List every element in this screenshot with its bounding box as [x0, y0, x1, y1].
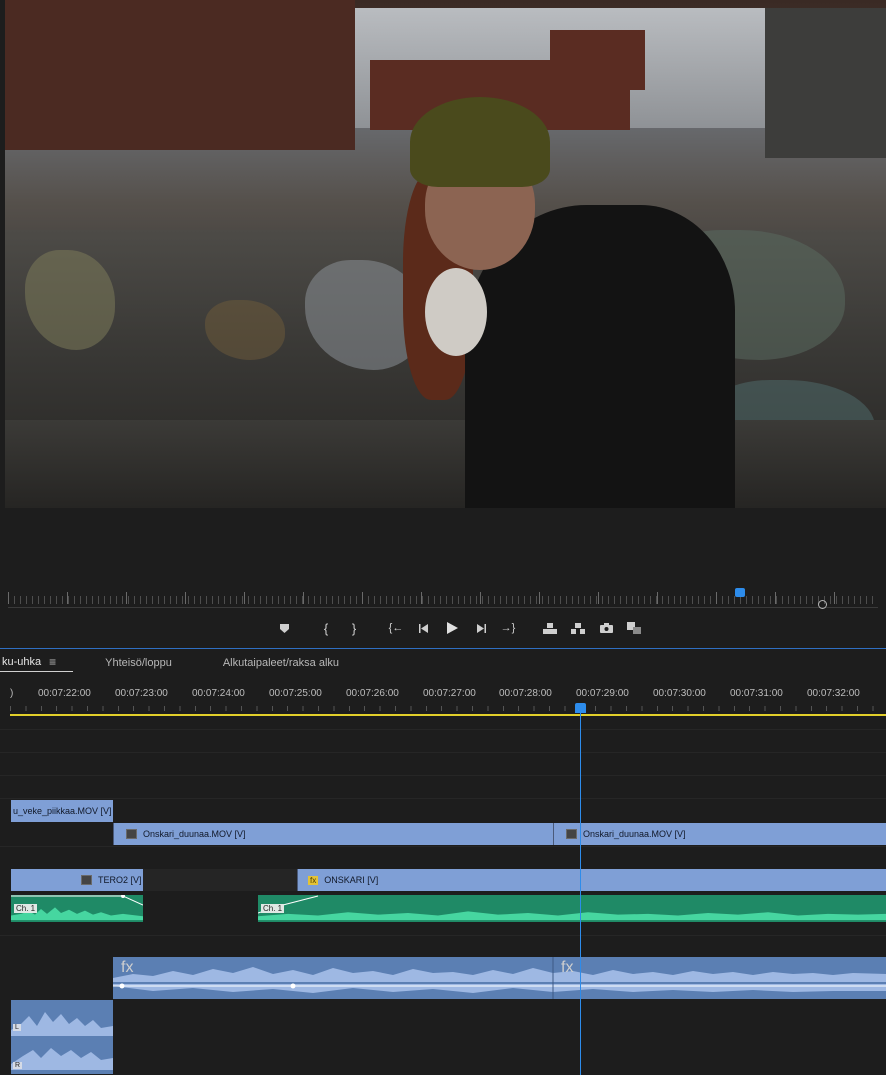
zoom-handle[interactable] — [818, 600, 827, 609]
audio-waveform — [113, 957, 886, 999]
timecode: 00:07:22:00 — [38, 688, 91, 699]
ruler-ticks — [10, 706, 886, 711]
clip-label: u_veke_piikkaa.MOV [V] — [13, 806, 112, 816]
monitor-scrubber[interactable] — [8, 588, 886, 610]
monitor-person-beanie — [410, 97, 550, 187]
go-to-out-icon: →} — [500, 622, 516, 634]
video-clip[interactable]: Onskari_duunaa.MOV [V] — [113, 823, 553, 845]
play-icon — [446, 622, 458, 634]
tab-label: ku-uhka — [2, 655, 42, 668]
track-divider — [0, 729, 886, 730]
work-area-bar[interactable] — [10, 714, 886, 716]
channel-label: Ch. 1 — [14, 904, 38, 913]
timecode: 00:07:31:00 — [730, 688, 783, 699]
video-clip[interactable]: u_veke_piikkaa.MOV [V] — [11, 800, 113, 822]
timeline-playhead-line — [580, 713, 581, 1075]
mark-in-icon: { — [323, 620, 329, 636]
clip-label: ONSKARI [V] — [324, 875, 379, 885]
scrubber-major-ticks — [8, 592, 878, 604]
mark-out-button[interactable]: } — [340, 617, 368, 639]
fx-badge: fx — [561, 959, 574, 976]
step-forward-icon — [476, 623, 486, 633]
add-marker-button[interactable] — [270, 617, 298, 639]
lift-button[interactable] — [536, 617, 564, 639]
monitor-person-mask — [425, 268, 487, 356]
compare-icon — [627, 622, 641, 634]
track-divider — [0, 752, 886, 753]
timecode: 00:07:25:00 — [269, 688, 322, 699]
mark-out-icon: } — [351, 620, 357, 636]
tab-label: Alkutaipaleet/raksa alku — [222, 657, 340, 669]
panel-menu-icon[interactable]: ≡ — [49, 655, 56, 669]
audio-clip-stereo[interactable]: L R — [11, 1000, 113, 1074]
go-to-in-button[interactable]: {← — [382, 617, 410, 639]
timecode: 00:07:30:00 — [653, 688, 706, 699]
audio-waveform — [258, 910, 886, 920]
video-clip-empty[interactable] — [143, 869, 297, 891]
monitor-playhead[interactable] — [735, 588, 745, 597]
marker-icon — [279, 623, 289, 633]
zoom-bar[interactable] — [8, 607, 878, 608]
timecode: 00:07:28:00 — [499, 688, 552, 699]
track-divider — [0, 846, 886, 847]
extract-icon — [571, 622, 585, 634]
mark-in-button[interactable]: { — [312, 617, 340, 639]
track-divider — [0, 775, 886, 776]
export-frame-button[interactable] — [592, 617, 620, 639]
step-back-icon — [418, 623, 428, 633]
time-ruler[interactable]: ) 00:07:22:00 00:07:23:00 00:07:24:00 00… — [0, 684, 886, 716]
compare-button[interactable] — [620, 617, 648, 639]
lift-icon — [543, 622, 557, 634]
right-channel-label: R — [13, 1062, 23, 1069]
tab-ku-uhka[interactable]: ku-uhka ≡ — [0, 655, 74, 672]
monitor-building-tower — [550, 30, 645, 90]
timecode: 00:07:29:00 — [576, 688, 629, 699]
timecode: 00:07:24:00 — [192, 688, 245, 699]
fx-badge: fx — [121, 959, 134, 976]
clip-label: TERO2 [V] — [98, 875, 142, 885]
tab-label: Yhteisö/loppu — [105, 657, 172, 669]
track-divider — [0, 935, 886, 936]
monitor-tree — [765, 8, 886, 158]
program-monitor — [5, 0, 886, 508]
go-to-out-button[interactable]: →} — [494, 617, 522, 639]
transport-controls: { } {← →} — [270, 616, 648, 640]
audio-clip[interactable]: Ch. 1 — [11, 895, 143, 922]
clip-label: Onskari_duunaa.MOV [V] — [583, 829, 686, 839]
left-channel-label: L — [13, 1024, 21, 1031]
clip-fx-icon — [126, 829, 137, 839]
video-clip[interactable]: TERO2 [V] — [11, 869, 143, 891]
audio-waveform — [11, 1012, 113, 1070]
go-to-in-icon: {← — [388, 622, 404, 634]
monitor-letterbox — [5, 508, 886, 588]
timecode: 00:07:23:00 — [115, 688, 168, 699]
timecode-partial: ) — [10, 688, 14, 699]
camera-icon — [599, 623, 613, 633]
timeline-playhead-handle[interactable] — [575, 703, 586, 713]
track-divider — [0, 798, 886, 799]
clip-fx-icon — [566, 829, 577, 839]
monitor-building-left — [5, 0, 355, 150]
timecode: 00:07:27:00 — [423, 688, 476, 699]
timecode: 00:07:32:00 — [807, 688, 860, 699]
monitor-ground — [5, 420, 886, 508]
video-clip[interactable]: Onskari_duunaa.MOV [V] — [553, 823, 886, 845]
extract-button[interactable] — [564, 617, 592, 639]
tab-alkutaipaleet[interactable]: Alkutaipaleet/raksa alku — [189, 657, 356, 669]
audio-clip[interactable]: fx fx — [113, 957, 886, 999]
video-clip[interactable]: fx ONSKARI [V] — [297, 869, 886, 891]
tab-yhteiso-loppu[interactable]: Yhteisö/loppu — [73, 657, 189, 669]
clip-label: Onskari_duunaa.MOV [V] — [143, 829, 246, 839]
clip-fx-icon — [81, 875, 92, 885]
audio-clip[interactable]: Ch. 1 — [258, 895, 886, 922]
fx-badge: fx — [308, 875, 319, 885]
channel-label: Ch. 1 — [261, 904, 285, 913]
play-button[interactable] — [438, 617, 466, 639]
timecode: 00:07:26:00 — [346, 688, 399, 699]
step-forward-button[interactable] — [466, 617, 494, 639]
panel-divider — [0, 648, 886, 649]
sequence-tabs: ku-uhka ≡ Yhteisö/loppu Alkutaipaleet/ra… — [0, 652, 356, 674]
step-back-button[interactable] — [410, 617, 438, 639]
